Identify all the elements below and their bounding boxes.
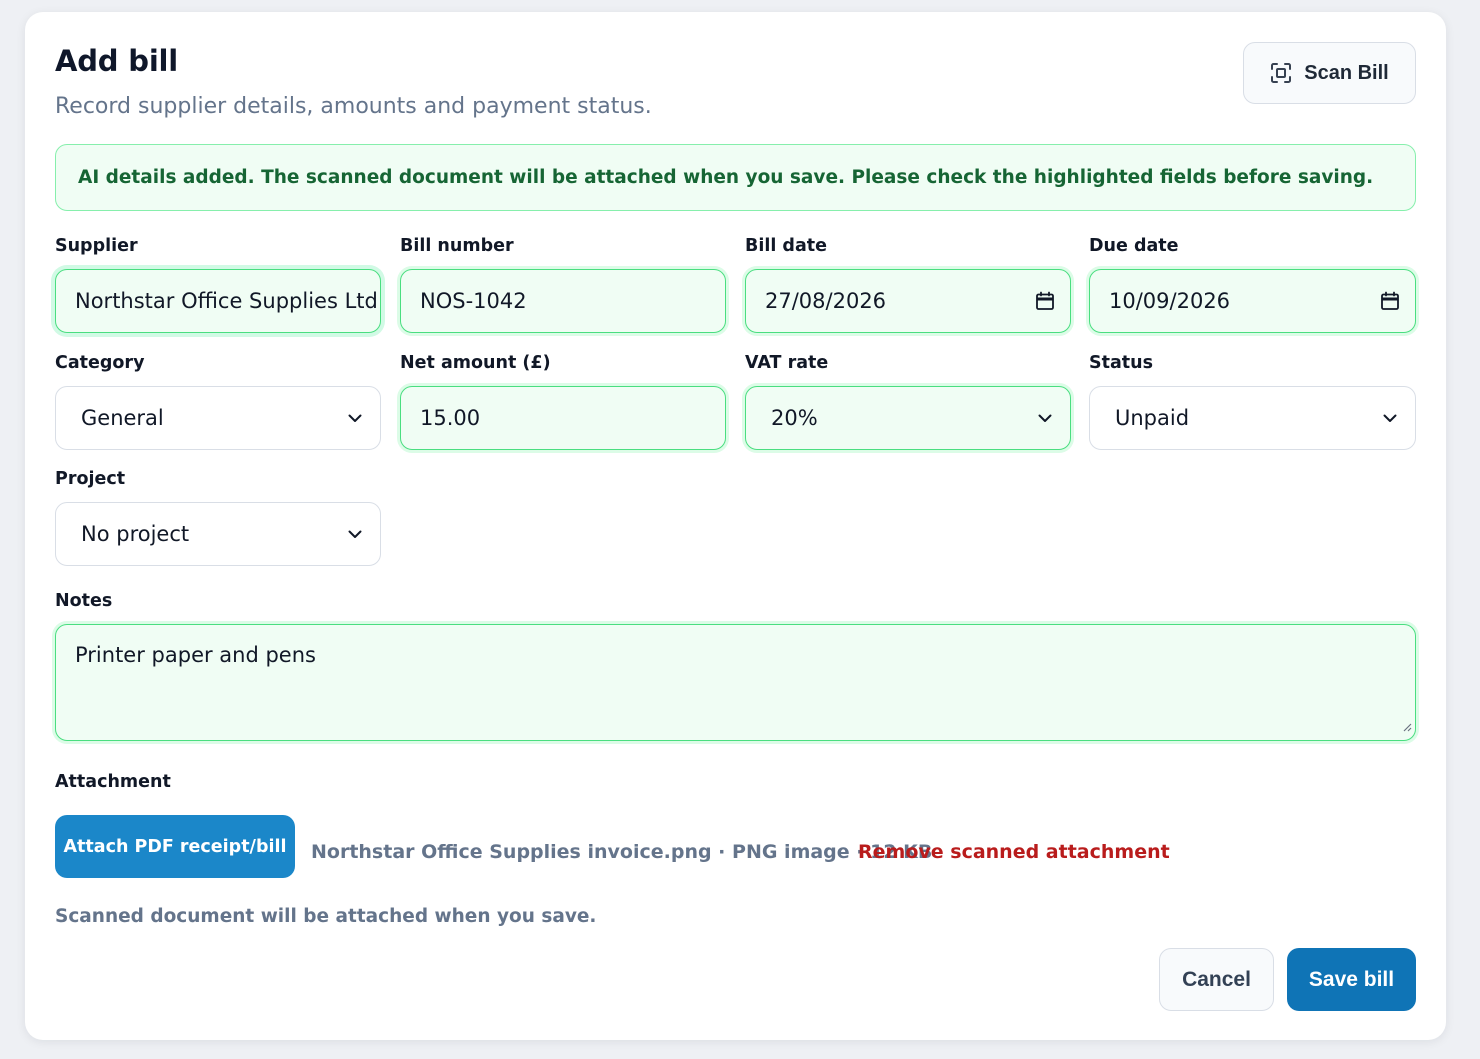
due-date-value: 10/09/2026: [1109, 289, 1231, 313]
ai-details-alert: AI details added. The scanned document w…: [55, 144, 1416, 211]
bill-number-input[interactable]: NOS-1042: [400, 269, 726, 333]
project-label: Project: [55, 469, 126, 489]
supplier-label: Supplier: [55, 236, 138, 256]
notes-label: Notes: [55, 591, 113, 611]
remove-scanned-attachment-link[interactable]: Remove scanned attachment: [858, 841, 1170, 863]
notes-textarea[interactable]: Printer paper and pens: [55, 624, 1416, 741]
net-amount-value: 15.00: [420, 406, 481, 430]
due-date-label: Due date: [1089, 236, 1179, 256]
attachment-file-info: Northstar Office Supplies invoice.png · …: [311, 841, 933, 863]
page-subtitle: Record supplier details, amounts and pay…: [55, 94, 652, 119]
due-date-input[interactable]: 10/09/2026: [1089, 269, 1416, 333]
chevron-down-icon: [1020, 414, 1070, 423]
category-select[interactable]: General: [55, 386, 381, 450]
notes-value: Printer paper and pens: [75, 643, 316, 667]
vat-rate-select[interactable]: 20%: [745, 386, 1071, 450]
attach-pdf-button[interactable]: Attach PDF receipt/bill: [55, 815, 295, 878]
scan-icon: [1270, 62, 1292, 84]
category-value: General: [81, 406, 164, 430]
status-value: Unpaid: [1115, 406, 1190, 430]
resize-handle-icon[interactable]: [1402, 713, 1412, 737]
alert-text: AI details added. The scanned document w…: [78, 167, 1374, 188]
bill-number-value: NOS-1042: [420, 289, 527, 313]
bill-number-label: Bill number: [400, 236, 514, 256]
bill-date-input[interactable]: 27/08/2026: [745, 269, 1071, 333]
supplier-value: Northstar Office Supplies Ltd: [75, 289, 378, 313]
project-select[interactable]: No project: [55, 502, 381, 566]
calendar-icon[interactable]: [1020, 291, 1070, 311]
cancel-button[interactable]: Cancel: [1159, 948, 1274, 1011]
net-amount-input[interactable]: 15.00: [400, 386, 726, 450]
project-value: No project: [81, 522, 190, 546]
scan-bill-label: Scan Bill: [1304, 61, 1389, 84]
page-title: Add bill: [55, 44, 179, 78]
chevron-down-icon: [1365, 414, 1415, 423]
net-amount-label: Net amount (£): [400, 353, 551, 373]
attachment-hint: Scanned document will be attached when y…: [55, 906, 597, 927]
category-label: Category: [55, 353, 145, 373]
attachment-label: Attachment: [55, 772, 171, 792]
save-bill-button[interactable]: Save bill: [1287, 948, 1416, 1011]
supplier-input[interactable]: Northstar Office Supplies Ltd: [55, 269, 381, 333]
status-label: Status: [1089, 353, 1154, 373]
bill-date-value: 27/08/2026: [765, 289, 887, 313]
bill-date-label: Bill date: [745, 236, 827, 256]
calendar-icon[interactable]: [1365, 291, 1415, 311]
vat-rate-label: VAT rate: [745, 353, 829, 373]
add-bill-card: Add bill Record supplier details, amount…: [25, 12, 1446, 1040]
chevron-down-icon: [330, 530, 380, 539]
status-select[interactable]: Unpaid: [1089, 386, 1416, 450]
scan-bill-button[interactable]: Scan Bill: [1243, 42, 1416, 104]
vat-rate-value: 20%: [771, 406, 818, 430]
chevron-down-icon: [330, 414, 380, 423]
